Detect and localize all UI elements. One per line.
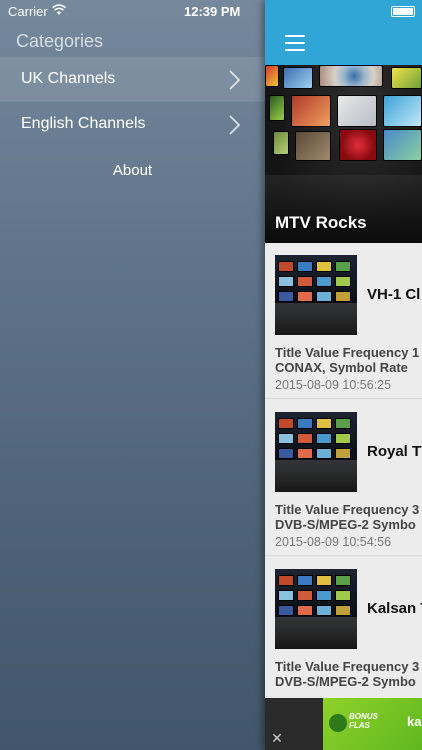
channel-card[interactable]: Royal TV Title Value Frequency 3 DVB-S/M… <box>265 400 422 556</box>
hamburger-menu-icon[interactable] <box>285 35 305 51</box>
carrier-label: Carrier <box>8 4 48 19</box>
channel-date: 2015-08-09 10:54:56 <box>275 535 392 549</box>
description-line: Title Value Frequency 3 <box>275 659 420 674</box>
menu-item-uk-channels[interactable]: UK Channels <box>0 57 265 101</box>
channel-card[interactable]: VH-1 Cl Title Value Frequency 1 CONAX, S… <box>265 243 422 399</box>
description-line: DVB-S/MPEG-2 Symbo <box>275 517 416 532</box>
menu-item-english-channels[interactable]: English Channels <box>0 102 265 146</box>
channel-thumbnail <box>275 569 357 649</box>
channel-description: Title Value Frequency 1 CONAX, Symbol Ra… <box>275 345 422 375</box>
channel-thumbnail <box>275 412 357 492</box>
featured-title: MTV Rocks <box>275 213 367 232</box>
chevron-right-icon <box>229 115 241 135</box>
channel-title: VH-1 Cl <box>367 286 421 303</box>
ad-logo-icon <box>329 714 347 732</box>
about-link[interactable]: About <box>0 162 265 182</box>
main-panel: MTV Rocks VH-1 Cl Title Value Frequency … <box>265 0 422 750</box>
battery-icon <box>391 6 415 17</box>
status-bar: Carrier 12:39 PM <box>0 0 265 22</box>
channel-description: Title Value Frequency 3 DVB-S/MPEG-2 Sym… <box>275 502 422 532</box>
description-line: DVB-S/MPEG-2 Symbo <box>275 674 416 689</box>
channel-description: Title Value Frequency 3 DVB-S/MPEG-2 Sym… <box>275 659 422 689</box>
channel-card[interactable]: Kalsan T Title Value Frequency 3 DVB-S/M… <box>265 557 422 713</box>
menu-item-label: UK Channels <box>21 70 116 87</box>
side-drawer: Carrier 12:39 PM Categories UK Channels … <box>0 0 265 750</box>
ad-creative[interactable]: BONUS FLAS ka <box>323 698 422 750</box>
description-line: CONAX, Symbol Rate <box>275 360 408 375</box>
ad-banner: ✕ BONUS FLAS ka <box>265 698 422 750</box>
close-icon[interactable]: ✕ <box>267 728 287 748</box>
navigation-bar <box>265 0 422 65</box>
categories-header: Categories <box>16 31 104 51</box>
channel-date: 2015-08-09 10:56:25 <box>275 378 392 392</box>
menu-item-label: English Channels <box>21 115 146 132</box>
ad-brand-text: ka <box>407 714 422 729</box>
channel-thumbnail <box>275 255 357 335</box>
wifi-icon <box>52 4 66 15</box>
ad-bonus-text: BONUS FLAS <box>349 712 378 730</box>
description-line: Title Value Frequency 3 <box>275 502 420 517</box>
channel-title: Kalsan T <box>367 600 422 617</box>
chevron-right-icon <box>229 70 241 90</box>
channel-title: Royal TV <box>367 443 422 460</box>
status-time: 12:39 PM <box>184 4 241 19</box>
description-line: Title Value Frequency 1 <box>275 345 420 360</box>
featured-banner[interactable]: MTV Rocks <box>265 65 422 243</box>
